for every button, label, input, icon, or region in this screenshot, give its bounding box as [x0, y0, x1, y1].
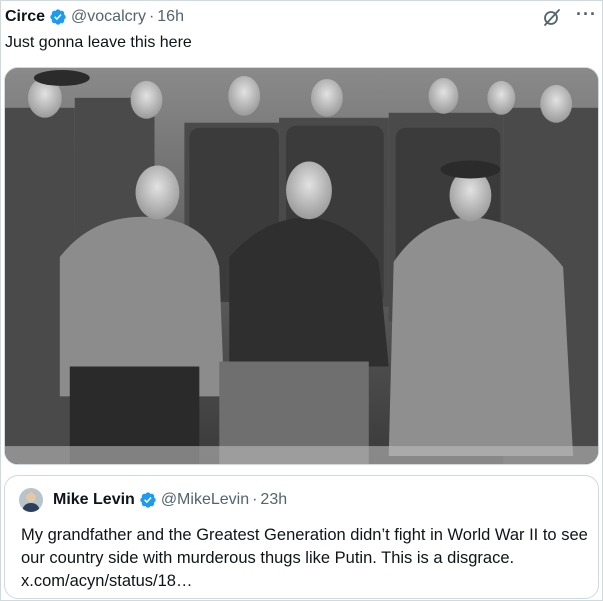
author-handle[interactable]: @vocalcry	[71, 8, 146, 26]
separator-dot: ·	[252, 491, 258, 508]
quoted-post-header: Mike Levin @MikeLevin · 23h	[19, 488, 287, 512]
verified-badge-icon	[139, 491, 157, 509]
quoted-author-display-name[interactable]: Mike Levin	[53, 491, 135, 509]
post-actions-top: ···	[542, 5, 596, 27]
quoted-post-text: My grandfather and the Greatest Generati…	[21, 526, 588, 590]
separator-dot: ·	[148, 8, 155, 25]
grok-icon[interactable]	[542, 7, 562, 27]
post-container[interactable]: Circe @vocalcry · 16h ··· Just gonna lea…	[0, 0, 603, 601]
post-header: Circe @vocalcry · 16h	[5, 7, 184, 27]
post-timestamp[interactable]: 16h	[157, 8, 184, 26]
post-text: Just gonna leave this here	[5, 34, 192, 51]
quoted-post[interactable]: Mike Levin @MikeLevin · 23h My grandfath…	[4, 475, 599, 599]
more-options-icon[interactable]: ···	[576, 5, 596, 26]
post-photo[interactable]	[4, 67, 599, 465]
author-display-name[interactable]: Circe	[5, 8, 45, 26]
historical-group-photo	[5, 68, 598, 464]
verified-badge-icon	[49, 8, 67, 26]
avatar[interactable]	[19, 488, 43, 512]
quoted-author-handle[interactable]: @MikeLevin	[161, 491, 249, 509]
quoted-post-timestamp[interactable]: 23h	[260, 491, 287, 509]
